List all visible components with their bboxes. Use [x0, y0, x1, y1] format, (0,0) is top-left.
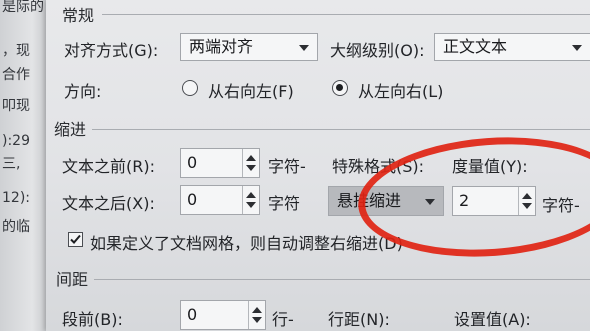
arrow-down-icon[interactable] — [252, 317, 262, 323]
chevron-down-icon — [299, 45, 309, 51]
document-text-fragment: ):29 — [2, 133, 30, 149]
measure-unit[interactable]: 字符- — [542, 192, 580, 216]
ltr-radio[interactable] — [332, 80, 348, 96]
rtl-label[interactable]: 从右向左(F) — [208, 78, 294, 102]
document-text-fragment: 合作 — [2, 67, 30, 83]
chevron-down-icon — [425, 199, 435, 205]
document-text-fragment: 是际的 — [2, 0, 44, 15]
indent-before-spinner[interactable]: 0 — [180, 148, 260, 178]
measure-value: 2 — [459, 191, 470, 210]
alignment-label: 对齐方式(G): — [64, 41, 159, 60]
indent-before-unit[interactable]: 字符- — [268, 153, 306, 177]
indent-after-unit[interactable]: 字符 — [268, 190, 300, 214]
section-divider — [102, 14, 590, 15]
section-title-spacing: 间距 — [56, 270, 89, 289]
outline-level-value: 正文文本 — [443, 37, 508, 56]
grid-checkbox[interactable] — [68, 232, 83, 247]
spacing-before-value: 0 — [187, 305, 198, 324]
spinner-buttons[interactable] — [242, 149, 259, 177]
arrow-up-icon[interactable] — [246, 155, 256, 161]
spinner-buttons[interactable] — [248, 301, 265, 329]
direction-label: 方向: — [64, 82, 102, 101]
line-spacing-label: 行距(N): — [328, 310, 390, 329]
spinner-buttons[interactable] — [242, 186, 259, 214]
special-format-select[interactable]: 悬挂缩进 — [328, 186, 444, 216]
setting-value-label: 设置值(A): — [454, 310, 531, 329]
document-text-fragment: ，现 — [2, 43, 30, 59]
paragraph-dialog: 常规 对齐方式(G): 两端对齐 大纲级别(O): 正文文本 方向: 从右向左(… — [46, 0, 590, 331]
document-text-fragment: 三, — [2, 156, 21, 172]
document-text-fragment: 叩现 — [2, 98, 30, 114]
spacing-before-label: 段前(B): — [62, 310, 123, 329]
alignment-value: 两端对齐 — [189, 37, 254, 56]
special-format-label: 特殊格式(S): — [332, 157, 425, 176]
spinner-buttons[interactable] — [518, 187, 535, 215]
grid-checkbox-label[interactable]: 如果定义了文档网格，则自动调整右缩进(D) — [90, 230, 403, 254]
measure-spinner[interactable]: 2 — [452, 186, 536, 216]
spacing-before-spinner[interactable]: 0 — [180, 300, 266, 330]
arrow-down-icon[interactable] — [246, 165, 256, 171]
indent-before-value: 0 — [187, 153, 198, 172]
outline-level-select[interactable]: 正文文本 — [434, 33, 590, 61]
ltr-label[interactable]: 从左向右(L) — [358, 78, 443, 102]
alignment-select[interactable]: 两端对齐 — [180, 33, 318, 61]
section-divider — [92, 129, 590, 130]
outline-level-label: 大纲级别(O): — [330, 41, 425, 60]
document-text-fragment: 12): — [2, 190, 30, 206]
indent-after-spinner[interactable]: 0 — [180, 185, 260, 215]
spacing-before-unit[interactable]: 行- — [272, 306, 294, 330]
arrow-down-icon[interactable] — [522, 203, 532, 209]
document-text-fragment: 的临 — [2, 219, 30, 235]
special-format-value: 悬挂缩进 — [337, 191, 402, 210]
section-divider — [94, 279, 590, 280]
chevron-down-icon — [572, 45, 582, 51]
document-background: 是际的 ，现合作叩现 ):29 三, 12): 的临 — [0, 0, 46, 331]
measure-label: 度量值(Y): — [452, 157, 528, 176]
indent-after-value: 0 — [187, 190, 198, 209]
arrow-down-icon[interactable] — [246, 202, 256, 208]
section-title-indent: 缩进 — [54, 120, 87, 139]
indent-before-label: 文本之前(R): — [62, 157, 155, 176]
section-title-general: 常规 — [62, 6, 95, 25]
rtl-radio[interactable] — [182, 80, 198, 96]
arrow-up-icon[interactable] — [252, 307, 262, 313]
arrow-up-icon[interactable] — [246, 192, 256, 198]
indent-after-label: 文本之后(X): — [62, 194, 155, 213]
checkmark-icon — [70, 234, 81, 244]
arrow-up-icon[interactable] — [522, 193, 532, 199]
